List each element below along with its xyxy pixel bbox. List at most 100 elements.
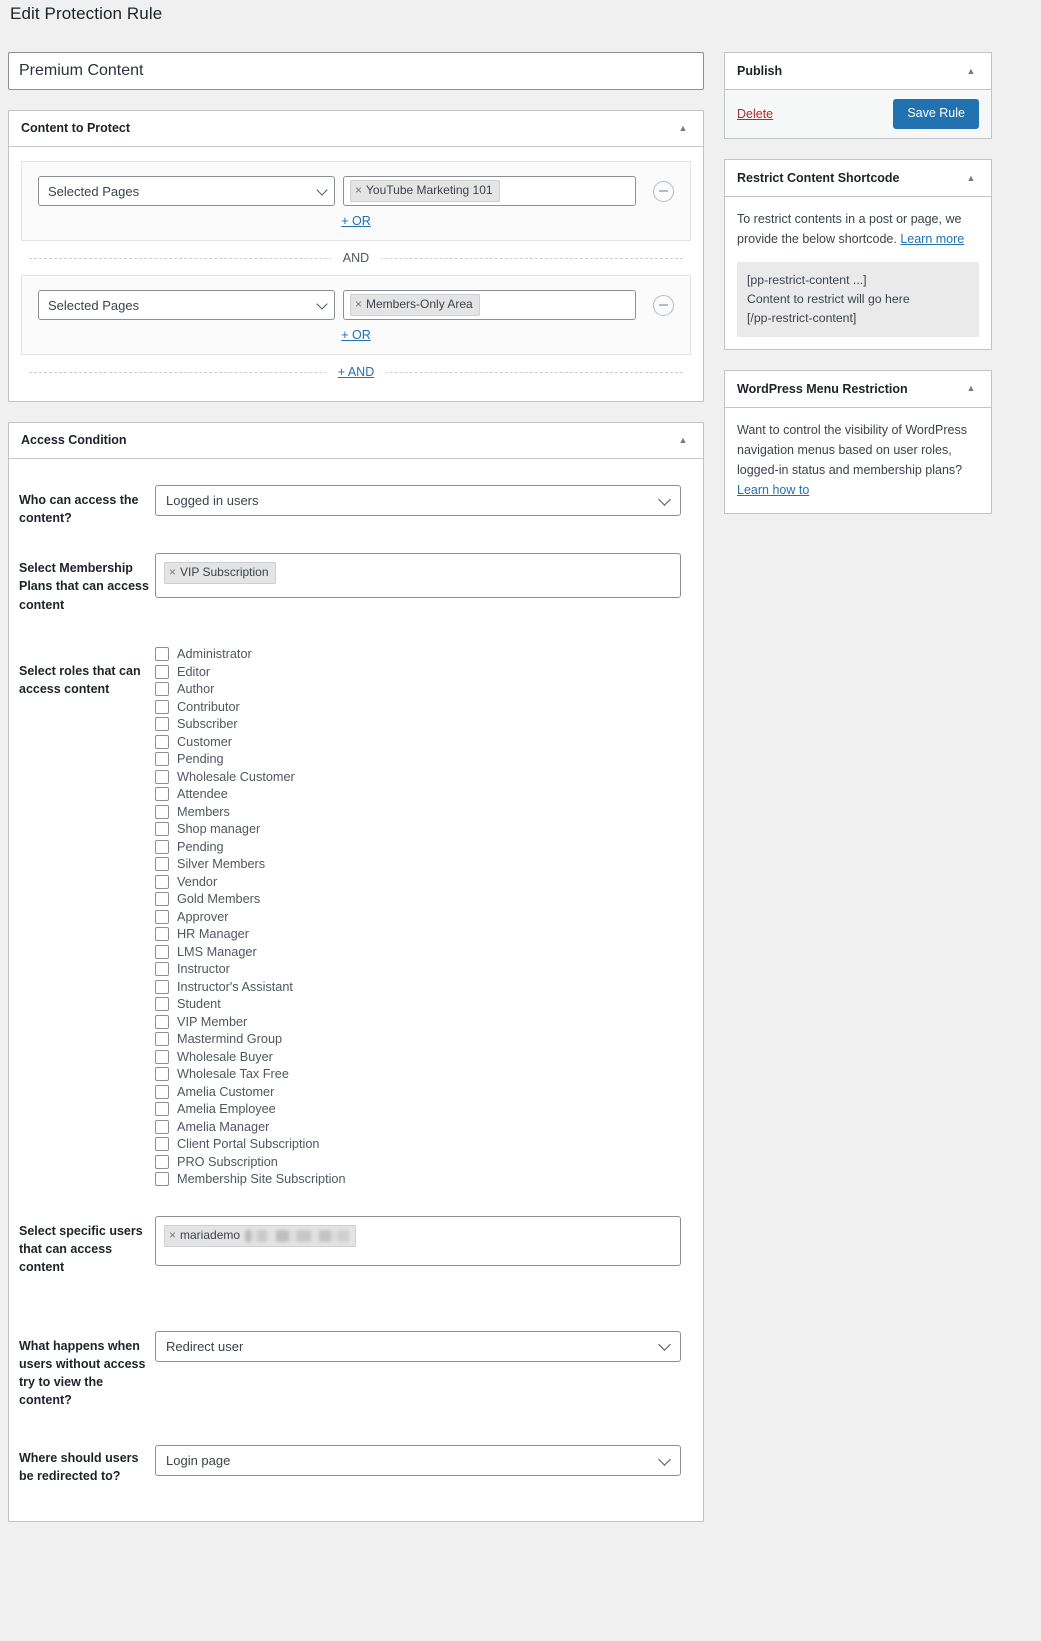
delete-link[interactable]: Delete [737,107,773,121]
role-list-item[interactable]: Client Portal Subscription [155,1136,691,1154]
role-list-item[interactable]: Wholesale Customer [155,768,691,786]
role-list-item[interactable]: Wholesale Buyer [155,1048,691,1066]
role-list-item[interactable]: Customer [155,733,691,751]
role-list-item[interactable]: Amelia Employee [155,1101,691,1119]
role-list-item[interactable]: LMS Manager [155,943,691,961]
checkbox-icon[interactable] [155,892,169,907]
minus-circle-icon[interactable] [653,294,674,316]
role-list-item[interactable]: Contributor [155,698,691,716]
who-can-access-select[interactable]: Logged in users [155,485,681,516]
token[interactable]: × YouTube Marketing 101 [350,180,500,202]
chevron-up-icon[interactable]: ▲ [963,63,979,79]
role-list-item[interactable]: Instructor's Assistant [155,978,691,996]
rule-title-input[interactable] [8,52,704,90]
access-condition-header[interactable]: Access Condition ▲ [9,423,703,459]
checkbox-icon[interactable] [155,752,169,767]
checkbox-icon[interactable] [155,909,169,924]
publish-header[interactable]: Publish ▲ [725,53,991,90]
checkbox-icon[interactable] [155,1137,169,1152]
close-icon[interactable]: × [355,183,362,199]
checkbox-icon[interactable] [155,1014,169,1029]
role-list-item[interactable]: Editor [155,663,691,681]
checkbox-icon[interactable] [155,699,169,714]
no-access-action-select[interactable]: Redirect user [155,1330,681,1362]
role-list-item[interactable]: Members [155,803,691,821]
add-or-link[interactable]: + OR [341,328,371,342]
checkbox-icon[interactable] [155,734,169,749]
role-list-item[interactable]: Student [155,996,691,1014]
checkbox-icon[interactable] [155,1067,169,1082]
checkbox-icon[interactable] [155,1154,169,1169]
role-list-item[interactable]: PRO Subscription [155,1153,691,1171]
checkbox-icon[interactable] [155,647,169,662]
role-list-item[interactable]: Attendee [155,786,691,804]
add-or-link[interactable]: + OR [341,214,371,228]
checkbox-icon[interactable] [155,664,169,679]
checkbox-icon[interactable] [155,1172,169,1187]
add-and-link[interactable]: + AND [325,365,387,379]
menu-restriction-header[interactable]: WordPress Menu Restriction ▲ [725,371,991,408]
redirect-target-select[interactable]: Login page [155,1445,681,1476]
checkbox-icon[interactable] [155,769,169,784]
checkbox-icon[interactable] [155,822,169,837]
role-label: Amelia Customer [177,1084,275,1099]
close-icon[interactable]: × [169,1228,176,1244]
content-to-protect-header[interactable]: Content to Protect ▲ [9,111,703,147]
checkbox-icon[interactable] [155,839,169,854]
checkbox-icon[interactable] [155,1049,169,1064]
content-items-tokenfield[interactable]: × YouTube Marketing 101 [343,176,636,206]
role-list-item[interactable]: Vendor [155,873,691,891]
role-list-item[interactable]: Shop manager [155,821,691,839]
checkbox-icon[interactable] [155,979,169,994]
role-list-item[interactable]: Pending [155,751,691,769]
role-list-item[interactable]: VIP Member [155,1013,691,1031]
specific-users-tokenfield[interactable]: × mariademo [155,1216,681,1267]
checkbox-icon[interactable] [155,874,169,889]
content-type-select[interactable]: Selected Pages [38,176,335,206]
checkbox-icon[interactable] [155,962,169,977]
chevron-up-icon[interactable]: ▲ [675,121,691,137]
checkbox-icon[interactable] [155,1032,169,1047]
checkbox-icon[interactable] [155,1119,169,1134]
checkbox-icon[interactable] [155,1084,169,1099]
content-type-select[interactable]: Selected Pages [38,290,335,320]
checkbox-icon[interactable] [155,804,169,819]
token[interactable]: × VIP Subscription [164,562,276,584]
membership-plans-tokenfield[interactable]: × VIP Subscription [155,553,681,599]
checkbox-icon[interactable] [155,944,169,959]
chevron-up-icon[interactable]: ▲ [963,381,979,397]
checkbox-icon[interactable] [155,717,169,732]
checkbox-icon[interactable] [155,927,169,942]
role-list-item[interactable]: Wholesale Tax Free [155,1066,691,1084]
role-list-item[interactable]: Membership Site Subscription [155,1171,691,1189]
role-list-item[interactable]: Mastermind Group [155,1031,691,1049]
minus-circle-icon[interactable] [653,180,674,202]
chevron-up-icon[interactable]: ▲ [963,170,979,186]
save-rule-button[interactable]: Save Rule [893,99,979,129]
role-list-item[interactable]: Amelia Manager [155,1118,691,1136]
role-list-item[interactable]: Instructor [155,961,691,979]
learn-how-to-link[interactable]: Learn how to [737,483,809,497]
close-icon[interactable]: × [169,565,176,581]
chevron-up-icon[interactable]: ▲ [675,433,691,449]
role-list-item[interactable]: Pending [155,838,691,856]
role-list-item[interactable]: Author [155,681,691,699]
content-items-tokenfield[interactable]: × Members-Only Area [343,290,636,320]
role-list-item[interactable]: Gold Members [155,891,691,909]
checkbox-icon[interactable] [155,787,169,802]
token[interactable]: × Members-Only Area [350,294,480,316]
shortcode-header[interactable]: Restrict Content Shortcode ▲ [725,160,991,197]
checkbox-icon[interactable] [155,1102,169,1117]
learn-more-link[interactable]: Learn more [900,232,964,246]
role-list-item[interactable]: Approver [155,908,691,926]
checkbox-icon[interactable] [155,682,169,697]
role-list-item[interactable]: Subscriber [155,716,691,734]
role-list-item[interactable]: HR Manager [155,926,691,944]
role-list-item[interactable]: Amelia Customer [155,1083,691,1101]
checkbox-icon[interactable] [155,997,169,1012]
token[interactable]: × mariademo [164,1225,357,1247]
checkbox-icon[interactable] [155,857,169,872]
role-list-item[interactable]: Administrator [155,646,691,664]
role-list-item[interactable]: Silver Members [155,856,691,874]
close-icon[interactable]: × [355,297,362,313]
